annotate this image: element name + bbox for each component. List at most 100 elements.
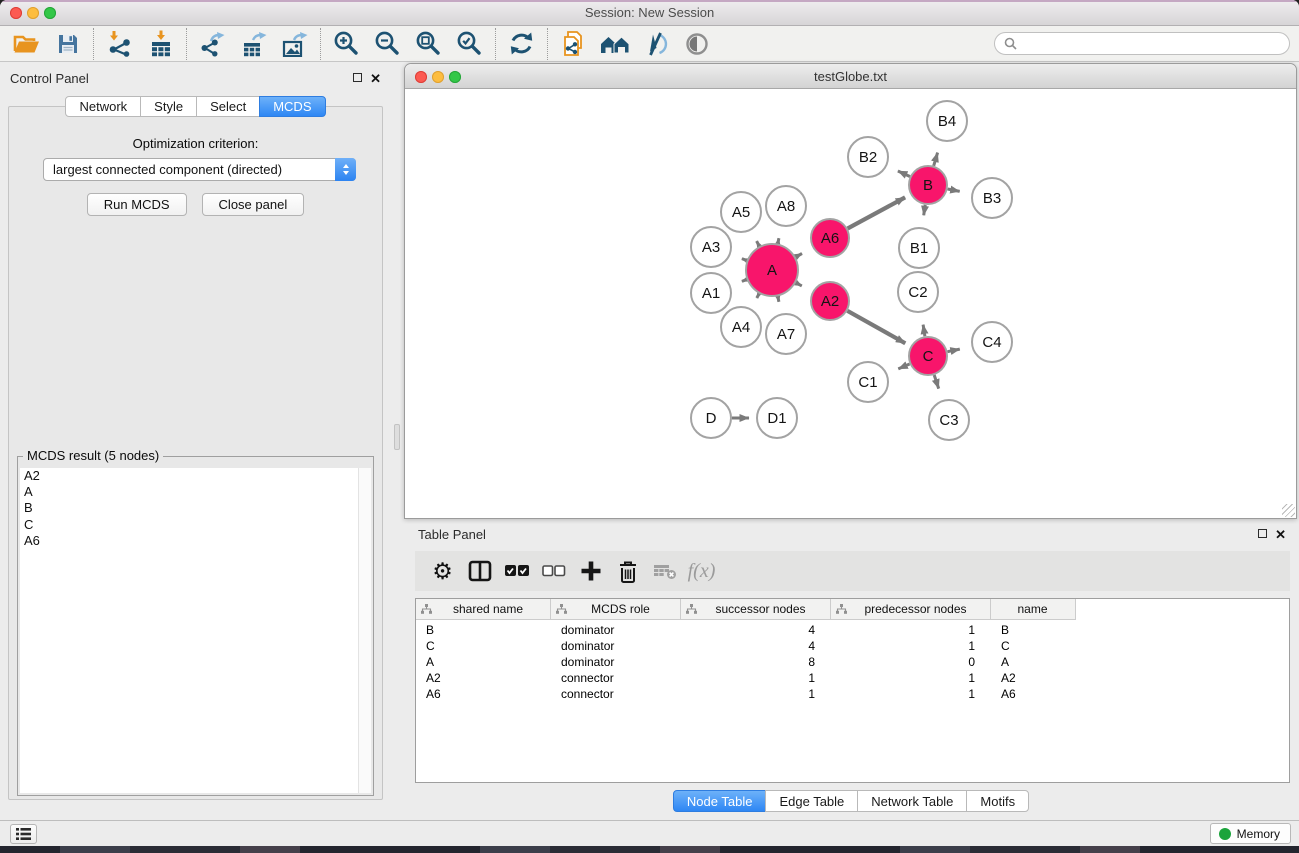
graph-edge-C-C4[interactable] xyxy=(948,349,960,352)
toolbar-refresh-layout-button[interactable] xyxy=(501,28,542,60)
column-header-predecessor-nodes[interactable]: predecessor nodes xyxy=(831,599,991,620)
graph-edge-A-A8[interactable] xyxy=(778,238,779,243)
float-panel-icon[interactable] xyxy=(353,73,362,82)
toolbar-clone-network-button[interactable] xyxy=(553,28,594,60)
minimize-view-button[interactable] xyxy=(432,71,444,83)
table-toolbar-show-column-button[interactable] xyxy=(461,554,498,588)
tab-node-table[interactable]: Node Table xyxy=(673,790,767,812)
table-row-A2[interactable]: A2connector11A2 xyxy=(416,670,1289,686)
graph-node-B[interactable]: B xyxy=(909,166,947,204)
table-toolbar-function-builder-button[interactable]: f(x) xyxy=(683,554,720,588)
toolbar-hide-annotations-button[interactable] xyxy=(635,28,676,60)
close-table-panel-icon[interactable]: ✕ xyxy=(1275,528,1286,541)
toolbar-import-network-button[interactable] xyxy=(99,28,140,60)
column-header-shared-name[interactable]: shared name xyxy=(416,599,551,620)
tab-select[interactable]: Select xyxy=(196,96,260,117)
float-table-panel-icon[interactable] xyxy=(1258,529,1267,538)
toolbar-zoom-selected-button[interactable] xyxy=(449,28,490,60)
table-row-A[interactable]: Adominator80A xyxy=(416,654,1289,670)
toolbar-export-network-button[interactable] xyxy=(192,28,233,60)
graph-edge-A-A4[interactable] xyxy=(757,294,759,298)
criterion-select[interactable]: largest connected component (directed) xyxy=(43,158,356,181)
graph-edge-B-B1[interactable] xyxy=(924,205,926,216)
memory-button[interactable]: Memory xyxy=(1210,823,1291,844)
table-toolbar-settings-gear-button[interactable]: ⚙ xyxy=(424,554,461,588)
resize-grip[interactable] xyxy=(1282,504,1295,517)
graph-node-C2[interactable]: C2 xyxy=(898,272,938,312)
tab-network-table[interactable]: Network Table xyxy=(857,790,967,812)
graph-node-B4[interactable]: B4 xyxy=(927,101,967,141)
graph-edge-C-C1[interactable] xyxy=(898,364,909,369)
graph-edge-B-B4[interactable] xyxy=(934,153,938,166)
toolbar-zoom-in-button[interactable] xyxy=(326,28,367,60)
graph-node-C4[interactable]: C4 xyxy=(972,322,1012,362)
search-input[interactable] xyxy=(1023,35,1280,52)
graph-node-A7[interactable]: A7 xyxy=(766,314,806,354)
task-history-button[interactable] xyxy=(10,824,37,844)
graph-edge-A-A1[interactable] xyxy=(742,280,747,282)
graph-edge-C-C2[interactable] xyxy=(923,325,925,337)
graph-edge-A6-B[interactable] xyxy=(848,197,906,228)
graph-edge-B-B2[interactable] xyxy=(898,171,910,177)
toolbar-toggle-bird-eye-button[interactable] xyxy=(676,28,717,60)
graph-node-A5[interactable]: A5 xyxy=(721,192,761,232)
tab-mcds[interactable]: MCDS xyxy=(259,96,325,117)
graph-node-C1[interactable]: C1 xyxy=(848,362,888,402)
toolbar-zoom-out-button[interactable] xyxy=(367,28,408,60)
close-panel-icon[interactable]: ✕ xyxy=(370,72,381,85)
scrollbar-track[interactable] xyxy=(358,468,371,793)
table-toolbar-deselect-all-button[interactable] xyxy=(535,554,572,588)
toolbar-export-table-button[interactable] xyxy=(233,28,274,60)
table-toolbar-delete-table-button[interactable] xyxy=(646,554,683,588)
toolbar-export-image-button[interactable] xyxy=(274,28,315,60)
table-row-C[interactable]: Cdominator41C xyxy=(416,638,1289,654)
close-view-button[interactable] xyxy=(415,71,427,83)
graph-node-A2[interactable]: A2 xyxy=(811,282,849,320)
graph-node-C[interactable]: C xyxy=(909,337,947,375)
graph-edge-A-A3[interactable] xyxy=(742,259,747,261)
graph-edge-A-A7[interactable] xyxy=(778,296,779,301)
table-row-B[interactable]: Bdominator41B xyxy=(416,622,1289,638)
graph-edge-B-B3[interactable] xyxy=(948,189,960,191)
graph-edge-A-A5[interactable] xyxy=(757,241,760,246)
toolbar-zoom-fit-button[interactable] xyxy=(408,28,449,60)
toolbar-import-table-button[interactable] xyxy=(140,28,181,60)
graph-edge-C-C3[interactable] xyxy=(934,375,939,389)
panel-splitter[interactable] xyxy=(391,62,403,820)
graph-node-C3[interactable]: C3 xyxy=(929,400,969,440)
tab-style[interactable]: Style xyxy=(140,96,197,117)
graph-node-B1[interactable]: B1 xyxy=(899,228,939,268)
table-row-A6[interactable]: A6connector11A6 xyxy=(416,686,1289,702)
graph-node-A4[interactable]: A4 xyxy=(721,307,761,347)
graph-edge-A-A2[interactable] xyxy=(796,283,802,286)
table-toolbar-delete-entry-button[interactable] xyxy=(609,554,646,588)
run-mcds-button[interactable]: Run MCDS xyxy=(87,193,187,216)
tab-network[interactable]: Network xyxy=(65,96,141,117)
tab-edge-table[interactable]: Edge Table xyxy=(765,790,858,812)
mcds-result-list[interactable]: A2ABCA6 xyxy=(20,468,371,793)
graph-node-A1[interactable]: A1 xyxy=(691,273,731,313)
graph-node-D[interactable]: D xyxy=(691,398,731,438)
graph-node-A[interactable]: A xyxy=(746,244,798,296)
network-canvas[interactable]: B4B2BB3B1A5A8A6A3AA1A2C2A4A7C4CC1C3DD1 xyxy=(405,90,1296,519)
table-toolbar-add-entry-button[interactable] xyxy=(572,554,609,588)
column-header-name[interactable]: name xyxy=(991,599,1076,620)
column-header-successor-nodes[interactable]: successor nodes xyxy=(681,599,831,620)
close-panel-button[interactable]: Close panel xyxy=(202,193,305,216)
graph-edge-A-A6[interactable] xyxy=(796,254,802,258)
network-graph[interactable]: B4B2BB3B1A5A8A6A3AA1A2C2A4A7C4CC1C3DD1 xyxy=(405,90,1296,519)
table-toolbar-select-all-button[interactable] xyxy=(498,554,535,588)
toolbar-save-session-button[interactable] xyxy=(47,28,88,60)
graph-node-B3[interactable]: B3 xyxy=(972,178,1012,218)
graph-node-A6[interactable]: A6 xyxy=(811,219,849,257)
graph-edge-A2-C[interactable] xyxy=(847,311,905,344)
graph-node-D1[interactable]: D1 xyxy=(757,398,797,438)
column-header-MCDS-role[interactable]: MCDS role xyxy=(551,599,681,620)
toolbar-open-browser-button[interactable] xyxy=(594,28,635,60)
zoom-view-button[interactable] xyxy=(449,71,461,83)
graph-node-A8[interactable]: A8 xyxy=(766,186,806,226)
graph-node-A3[interactable]: A3 xyxy=(691,227,731,267)
toolbar-open-file-button[interactable] xyxy=(6,28,47,60)
tab-motifs[interactable]: Motifs xyxy=(966,790,1029,812)
splitter-grip[interactable] xyxy=(394,424,400,450)
